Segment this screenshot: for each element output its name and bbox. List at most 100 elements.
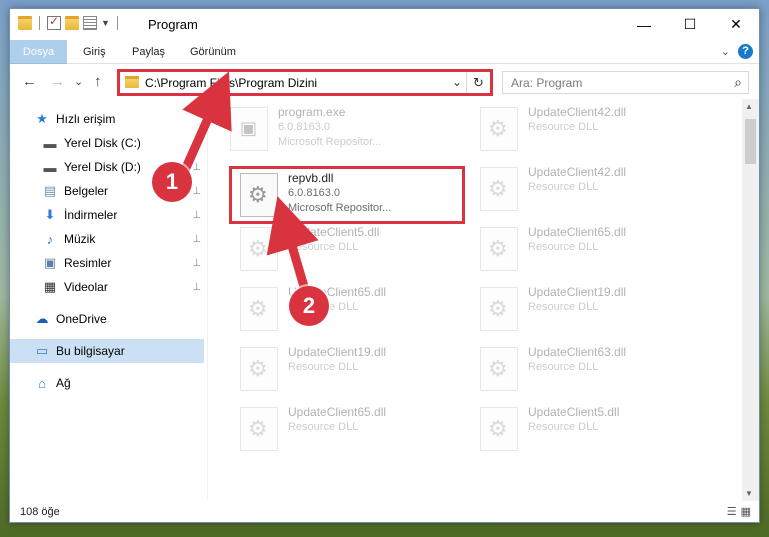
dll-gear-icon [240, 407, 278, 451]
file-item[interactable]: UpdateClient65.dll Resource DLL [230, 401, 470, 457]
callout-1: 1 [152, 162, 192, 202]
details-view-icon[interactable]: ☰ [727, 505, 737, 518]
file-item[interactable]: UpdateClient65.dll Resource DLL [470, 221, 710, 277]
customize-toolbar-chevron-icon[interactable]: ▼ [101, 18, 110, 28]
pin-icon[interactable]: ⊥ [192, 210, 201, 221]
pin-icon[interactable]: ⊥ [192, 282, 201, 293]
file-description: Resource DLL [288, 361, 359, 373]
sidebar-item-quick-access[interactable]: ★ Hızlı erişim [10, 107, 204, 131]
toolbar-divider [116, 16, 118, 30]
back-button[interactable]: ← [22, 73, 37, 90]
file-item[interactable]: UpdateClient42.dll Resource DLL [470, 101, 710, 157]
vertical-scrollbar[interactable]: ▲ ▼ [742, 99, 759, 501]
music-icon: ♪ [46, 231, 54, 247]
drive-icon: ▬ [43, 135, 57, 151]
file-description: Resource DLL [528, 181, 599, 193]
sidebar-item-label: Bu bilgisayar [56, 344, 125, 358]
title-bar: ▼ Program — ☐ ✕ [10, 9, 759, 40]
file-name: UpdateClient42.dll [528, 105, 627, 119]
quick-access-toolbar: ▼ [18, 14, 121, 30]
large-icons-view-icon[interactable]: ▦ [741, 505, 751, 518]
sidebar-item-network[interactable]: ⌂ Ağ [10, 371, 204, 395]
documents-icon: ▤ [43, 183, 57, 198]
window-controls: — ☐ ✕ [621, 9, 759, 40]
dll-gear-icon [240, 227, 278, 271]
pane-divider [207, 99, 208, 499]
file-name: UpdateClient42.dll [528, 165, 627, 179]
dll-gear-icon [480, 287, 518, 331]
sidebar-item-label: İndirmeler [64, 208, 118, 222]
scroll-down-icon[interactable]: ▼ [745, 489, 753, 498]
dll-gear-icon [480, 347, 518, 391]
help-button[interactable]: ? [738, 44, 753, 59]
ribbon-right: ⌄ ? [721, 44, 753, 59]
file-item[interactable]: program.exe 6.0.8163.0 Microsoft Reposit… [220, 101, 460, 157]
tab-file[interactable]: Dosya [10, 40, 67, 64]
search-box[interactable]: Ara: Program ⌕ [502, 71, 749, 94]
dll-gear-icon [240, 287, 278, 331]
network-icon: ⌂ [38, 375, 46, 391]
scrollbar-thumb[interactable] [745, 119, 756, 164]
file-description: Resource DLL [528, 361, 599, 373]
chevron-down-icon[interactable]: ⌄ [721, 45, 730, 58]
pictures-icon: ▣ [43, 255, 57, 270]
close-button[interactable]: ✕ [713, 9, 759, 40]
recent-locations-button[interactable]: ⌄ [74, 75, 83, 88]
file-name: UpdateClient19.dll [288, 345, 387, 359]
dll-gear-icon [480, 107, 518, 151]
navigation-pane: ★ Hızlı erişim ▬ Yerel Disk (C:) ⊥ ▬ Yer… [10, 99, 204, 499]
minimize-button[interactable]: — [621, 9, 667, 40]
dll-gear-icon [480, 227, 518, 271]
up-button[interactable]: ↑ [94, 73, 102, 90]
file-name: UpdateClient19.dll [528, 285, 627, 299]
file-name: UpdateClient63.dll [528, 345, 627, 359]
tab-share[interactable]: Paylaş [120, 40, 177, 64]
explorer-window: ▼ Program — ☐ ✕ Dosya Giriş Paylaş Görün… [9, 8, 760, 523]
file-description: Resource DLL [288, 421, 359, 433]
pin-icon[interactable]: ⊥ [192, 162, 201, 173]
file-item[interactable]: UpdateClient19.dll Resource DLL [230, 341, 470, 397]
sidebar-item-videos[interactable]: ▦ Videolar ⊥ [10, 275, 204, 299]
item-count: 108 öğe [20, 506, 60, 518]
sidebar-item-label: Belgeler [64, 184, 109, 198]
file-item[interactable]: UpdateClient42.dll Resource DLL [470, 161, 710, 217]
maximize-button[interactable]: ☐ [667, 9, 713, 40]
sidebar-item-label: Ağ [56, 376, 71, 390]
file-item[interactable]: UpdateClient5.dll Resource DLL [470, 401, 710, 457]
search-icon[interactable]: ⌕ [734, 74, 742, 91]
drive-icon: ▬ [43, 159, 57, 175]
properties-check-icon[interactable] [47, 14, 61, 30]
sidebar-item-downloads[interactable]: ⬇ İndirmeler ⊥ [10, 203, 204, 227]
file-name: program.exe [278, 105, 346, 119]
navigation-bar: ← → ⌄ ↑ C:\Program Files\Program Dizini … [10, 65, 759, 99]
download-icon: ⬇ [44, 207, 56, 222]
callout-2: 2 [289, 286, 329, 326]
file-description: Microsoft Repositor... [278, 136, 382, 148]
sidebar-item-onedrive[interactable]: ☁ OneDrive [10, 307, 204, 331]
search-input[interactable]: Ara: Program [511, 76, 582, 90]
sidebar-item-pictures[interactable]: ▣ Resimler ⊥ [10, 251, 204, 275]
new-folder-icon[interactable] [65, 16, 79, 30]
file-highlight [229, 166, 465, 224]
forward-button[interactable]: → [50, 73, 65, 90]
file-name: UpdateClient65.dll [528, 225, 627, 239]
sidebar-item-music[interactable]: ♪ Müzik ⊥ [10, 227, 204, 251]
sidebar-item-label: Videolar [64, 280, 108, 294]
properties-icon[interactable] [83, 16, 97, 30]
file-item[interactable]: UpdateClient19.dll Resource DLL [470, 281, 710, 337]
file-item[interactable]: UpdateClient65.dll Resource DLL [230, 281, 470, 337]
scroll-up-icon[interactable]: ▲ [745, 102, 753, 111]
view-switcher: ☰ ▦ [727, 505, 751, 518]
pin-icon[interactable]: ⊥ [192, 234, 201, 245]
file-item[interactable]: UpdateClient5.dll Resource DLL [230, 221, 470, 277]
tab-home[interactable]: Giriş [71, 40, 118, 64]
pin-icon[interactable]: ⊥ [192, 258, 201, 269]
toolbar-divider [39, 16, 40, 30]
sidebar-item-local-disk-c[interactable]: ▬ Yerel Disk (C:) ⊥ [10, 131, 204, 155]
pin-icon[interactable]: ⊥ [192, 186, 201, 197]
file-item[interactable]: UpdateClient63.dll Resource DLL [470, 341, 710, 397]
pin-icon[interactable]: ⊥ [192, 138, 201, 149]
sidebar-item-this-pc[interactable]: ▭ Bu bilgisayar [10, 339, 204, 363]
file-version: 6.0.8163.0 [278, 121, 330, 133]
tab-view[interactable]: Görünüm [178, 40, 248, 64]
